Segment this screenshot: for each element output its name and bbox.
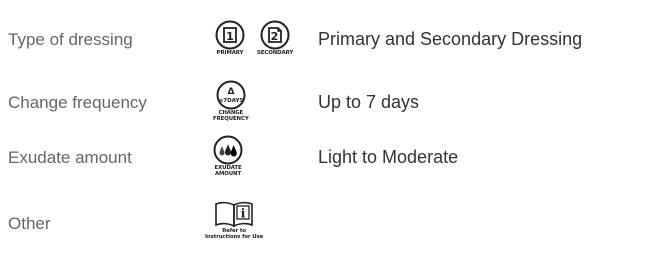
info-glyph: i	[241, 207, 246, 221]
change-frequency-caption-2: FREQUENCY	[213, 116, 249, 122]
change-frequency-label: Change frequency	[8, 93, 147, 112]
dressing-type-label: Type of dressing	[8, 30, 133, 49]
instructions-for-use-icon: i Refer to Instructions for Use	[205, 200, 263, 240]
dressing-type-value: Primary and Secondary Dressing	[318, 29, 583, 49]
exudate-amount-label: Exudate amount	[8, 148, 132, 167]
secondary-glyph: 2	[271, 30, 279, 43]
exudate-amount-value: Light to Moderate	[318, 147, 459, 167]
primary-glyph: 1	[226, 30, 234, 43]
exudate-amount-icon: EXUDATE AMOUNT	[213, 135, 243, 177]
ifu-caption-2: Instructions for Use	[205, 234, 264, 240]
primary-icon: 1 PRIMARY	[215, 20, 245, 56]
book-icon: i	[215, 201, 253, 228]
drops-icon	[213, 135, 243, 165]
secondary-caption: SECONDARY	[257, 50, 294, 56]
change-frequency-value: Up to 7 days	[318, 92, 420, 112]
exudate-caption-2: AMOUNT	[214, 171, 242, 177]
secondary-icon: 2 SECONDARY	[257, 20, 293, 56]
change-frequency-icon: Δ ≤7DAYS CHANGE FREQUENCY	[213, 80, 249, 122]
change-frequency-days: ≤7DAYS	[218, 98, 243, 104]
primary-caption: PRIMARY	[216, 50, 244, 56]
change-frequency-delta: Δ	[227, 87, 234, 97]
other-label: Other	[8, 214, 51, 233]
